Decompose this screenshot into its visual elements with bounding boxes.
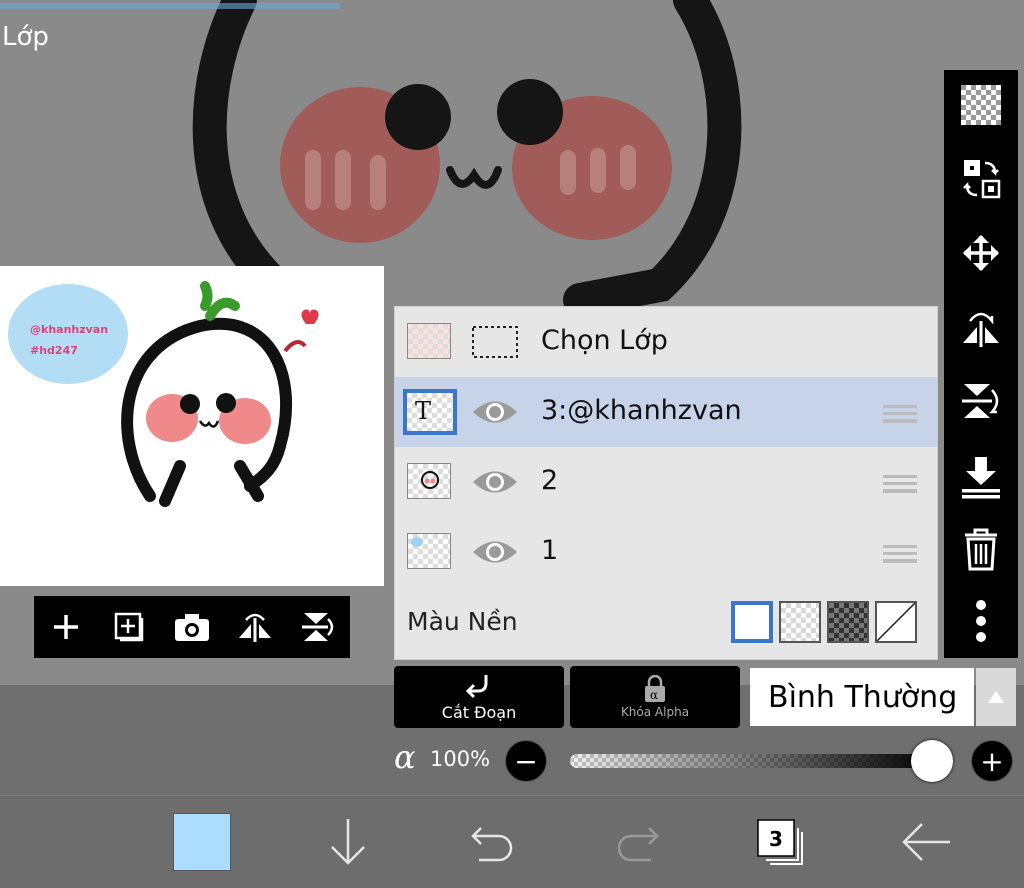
text-layer-thumbnail: T: [403, 389, 457, 435]
flip-vertical-icon: [962, 384, 999, 418]
page-title: Lớp: [2, 22, 49, 52]
move-icon: [963, 235, 999, 271]
add-layer-copy-button[interactable]: [106, 604, 152, 650]
download-button[interactable]: [316, 810, 380, 874]
triangle-up-icon: [988, 691, 1004, 703]
move-layer-button[interactable]: [944, 222, 1018, 284]
flip-horizontal-icon: [239, 613, 272, 642]
opacity-slider-knob[interactable]: [911, 740, 953, 782]
svg-text:α: α: [650, 688, 658, 702]
add-layer-icon: [114, 612, 144, 642]
drag-handle-icon[interactable]: [883, 545, 917, 563]
layer-action-toolbar: [34, 596, 350, 658]
layer-thumbnail: [407, 463, 451, 499]
add-layer-button[interactable]: [43, 604, 89, 650]
drag-handle-icon[interactable]: [883, 405, 917, 423]
clipping-arrow-icon: [465, 674, 488, 698]
layer-name: 3:@khanhzvan: [541, 395, 742, 426]
background-dark-checker-swatch[interactable]: [827, 601, 869, 643]
opacity-decrease-button[interactable]: −: [505, 740, 547, 782]
watermark-line2: #hd247: [30, 344, 78, 357]
merge-down-button[interactable]: [944, 446, 1018, 508]
layer-name: 1: [541, 535, 559, 566]
transparency-icon: [961, 85, 1001, 125]
merge-down-icon: [962, 457, 1000, 499]
thumbnail-drawing: @khanhzvan #hd247: [8, 281, 319, 507]
blend-mode-value: Bình Thường: [768, 679, 958, 715]
more-vertical-icon: [976, 600, 986, 642]
select-layer-label: Chọn Lớp: [541, 325, 668, 356]
clipping-button[interactable]: Cắt Đoạn: [394, 666, 564, 728]
canvas-thumbnail[interactable]: @khanhzvan #hd247: [0, 266, 384, 586]
selection-marquee-icon: [472, 326, 518, 358]
layer-count: 3: [769, 827, 783, 851]
layer-panel: Chọn Lớp T 3:@khanhzvan 2 1 Màu Nền: [394, 306, 938, 660]
swap-layer-button[interactable]: [944, 148, 1018, 210]
swap-layer-icon: [963, 160, 1001, 199]
flip-layer-vertical-button[interactable]: [295, 604, 341, 650]
opacity-slider[interactable]: [570, 754, 936, 768]
layer-row-3[interactable]: T 3:@khanhzvan: [395, 377, 937, 448]
layers-button[interactable]: 3: [748, 810, 812, 874]
delete-layer-button[interactable]: [944, 518, 1018, 580]
background-none-swatch[interactable]: [875, 601, 917, 643]
flip-vertical-icon: [302, 613, 334, 641]
bottom-navigation: 3: [0, 796, 1024, 888]
right-toolbar: [944, 70, 1018, 658]
arrow-left-icon: [902, 823, 950, 861]
drag-handle-icon[interactable]: [883, 475, 917, 493]
import-photo-button[interactable]: [169, 604, 215, 650]
back-button[interactable]: [894, 810, 958, 874]
flip-vertical-button[interactable]: [944, 370, 1018, 432]
layer-row-1[interactable]: 1: [395, 517, 937, 588]
background-color-row: Màu Nền: [395, 587, 937, 659]
flip-horizontal-icon: [963, 312, 999, 347]
visibility-eye-icon[interactable]: [471, 537, 519, 567]
opacity-increase-button[interactable]: +: [971, 740, 1013, 782]
more-options-button[interactable]: [944, 590, 1018, 652]
selection-thumbnail: [407, 323, 451, 359]
lock-icon: α: [645, 675, 665, 702]
blend-mode-dropdown-button[interactable]: [976, 668, 1016, 726]
layers-count-icon: 3: [757, 819, 803, 865]
clipping-label: Cắt Đoạn: [441, 702, 517, 722]
layer-thumbnail: [407, 533, 451, 569]
select-layer-row[interactable]: Chọn Lớp: [395, 307, 937, 378]
redo-icon: [617, 827, 659, 862]
color-picker-button[interactable]: [170, 810, 234, 874]
current-color-swatch: [173, 813, 231, 871]
opacity-value: 100%: [430, 747, 491, 771]
plus-icon: +: [980, 744, 1004, 778]
alpha-lock-label: Khóa Alpha: [620, 705, 690, 719]
undo-button[interactable]: [460, 810, 524, 874]
flip-horizontal-button[interactable]: [944, 296, 1018, 358]
plus-icon: [53, 615, 78, 639]
visibility-eye-icon[interactable]: [471, 397, 519, 427]
background-color-label: Màu Nền: [407, 607, 518, 636]
layer-row-2[interactable]: 2: [395, 447, 937, 518]
alpha-symbol: α: [394, 738, 416, 776]
trash-icon: [965, 528, 997, 571]
watermark-line1: @khanhzvan: [30, 323, 108, 336]
redo-button[interactable]: [606, 810, 670, 874]
background-transparent-swatch[interactable]: [779, 601, 821, 643]
visibility-eye-icon[interactable]: [471, 467, 519, 497]
arrow-down-icon: [331, 819, 365, 865]
undo-icon: [471, 827, 513, 862]
alpha-lock-button[interactable]: α Khóa Alpha: [570, 666, 740, 728]
blend-mode-select[interactable]: Bình Thường: [750, 668, 974, 726]
flip-layer-horizontal-button[interactable]: [232, 604, 278, 650]
layer-name: 2: [541, 465, 559, 496]
text-layer-glyph: T: [415, 397, 432, 425]
camera-icon: [174, 614, 209, 641]
transparency-button[interactable]: [944, 74, 1018, 136]
minus-icon: −: [514, 744, 538, 778]
background-white-swatch[interactable]: [731, 601, 773, 643]
